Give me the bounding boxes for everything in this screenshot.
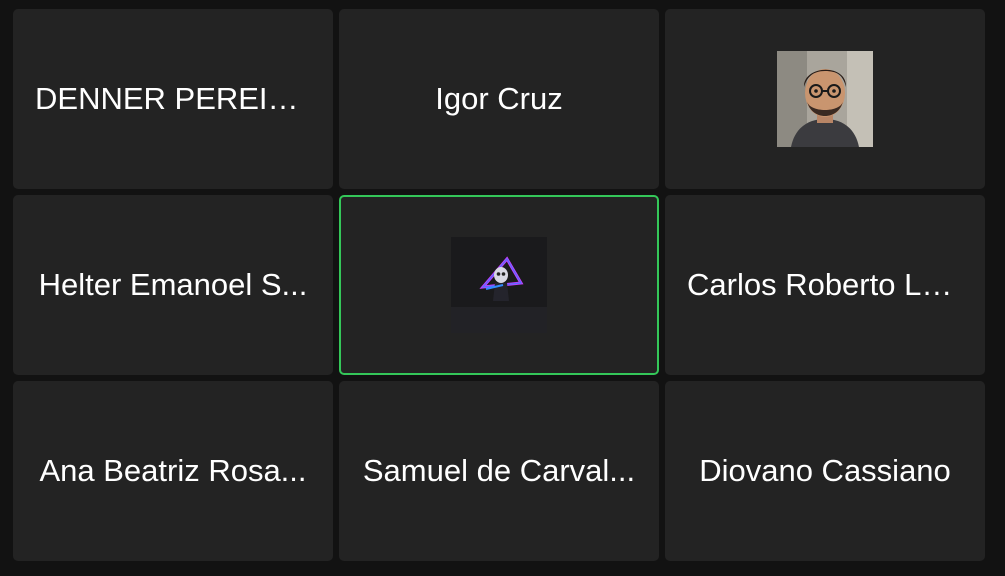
participant-avatar	[777, 51, 873, 147]
participant-name: DENNER PEREIR...	[35, 81, 311, 116]
participant-tile[interactable]	[665, 9, 985, 189]
participant-tile[interactable]: Diovano Cassiano	[665, 381, 985, 561]
participant-avatar	[451, 237, 547, 333]
participant-name: Carlos Roberto La...	[687, 267, 963, 302]
participant-name: Diovano Cassiano	[699, 453, 951, 488]
participant-name: Samuel de Carval...	[362, 453, 636, 488]
participant-tile[interactable]: Carlos Roberto La...	[665, 195, 985, 375]
participant-name: Ana Beatriz Rosa...	[39, 453, 307, 488]
participant-tile[interactable]: Ana Beatriz Rosa...	[13, 381, 333, 561]
participant-tile[interactable]: DENNER PEREIR...	[13, 9, 333, 189]
participant-name: Igor Cruz	[435, 81, 563, 116]
participant-tile[interactable]: Samuel de Carval...	[339, 381, 659, 561]
participant-tile-active-speaker[interactable]	[339, 195, 659, 375]
participant-name: Helter Emanoel S...	[38, 267, 308, 302]
participant-tile[interactable]: Igor Cruz	[339, 9, 659, 189]
participant-tile[interactable]: Helter Emanoel S...	[13, 195, 333, 375]
participant-grid: DENNER PEREIR... Igor Cruz Helter Emanoe…	[13, 9, 985, 561]
